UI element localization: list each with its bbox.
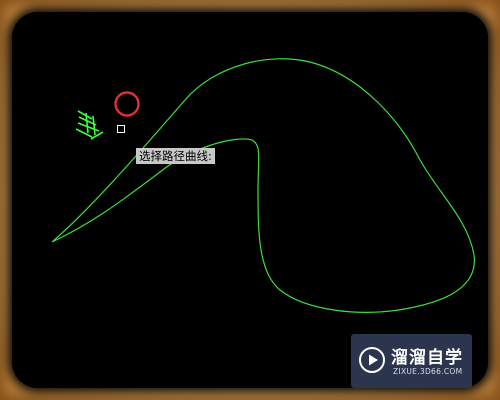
watermark-title: 溜溜自学 [391,348,463,368]
path-curve[interactable] [51,58,475,313]
command-prompt: 选择路径曲线: [136,148,215,164]
watermark-subtitle: ZIXUE.3D66.COM [393,367,463,376]
play-circle-icon [359,347,385,373]
pickbox-cursor [117,125,125,133]
selection-circle-marker [114,91,140,117]
watermark-badge: 溜溜自学 ZIXUE.3D66.COM [351,334,472,388]
direction-hatch-marks [75,110,104,140]
